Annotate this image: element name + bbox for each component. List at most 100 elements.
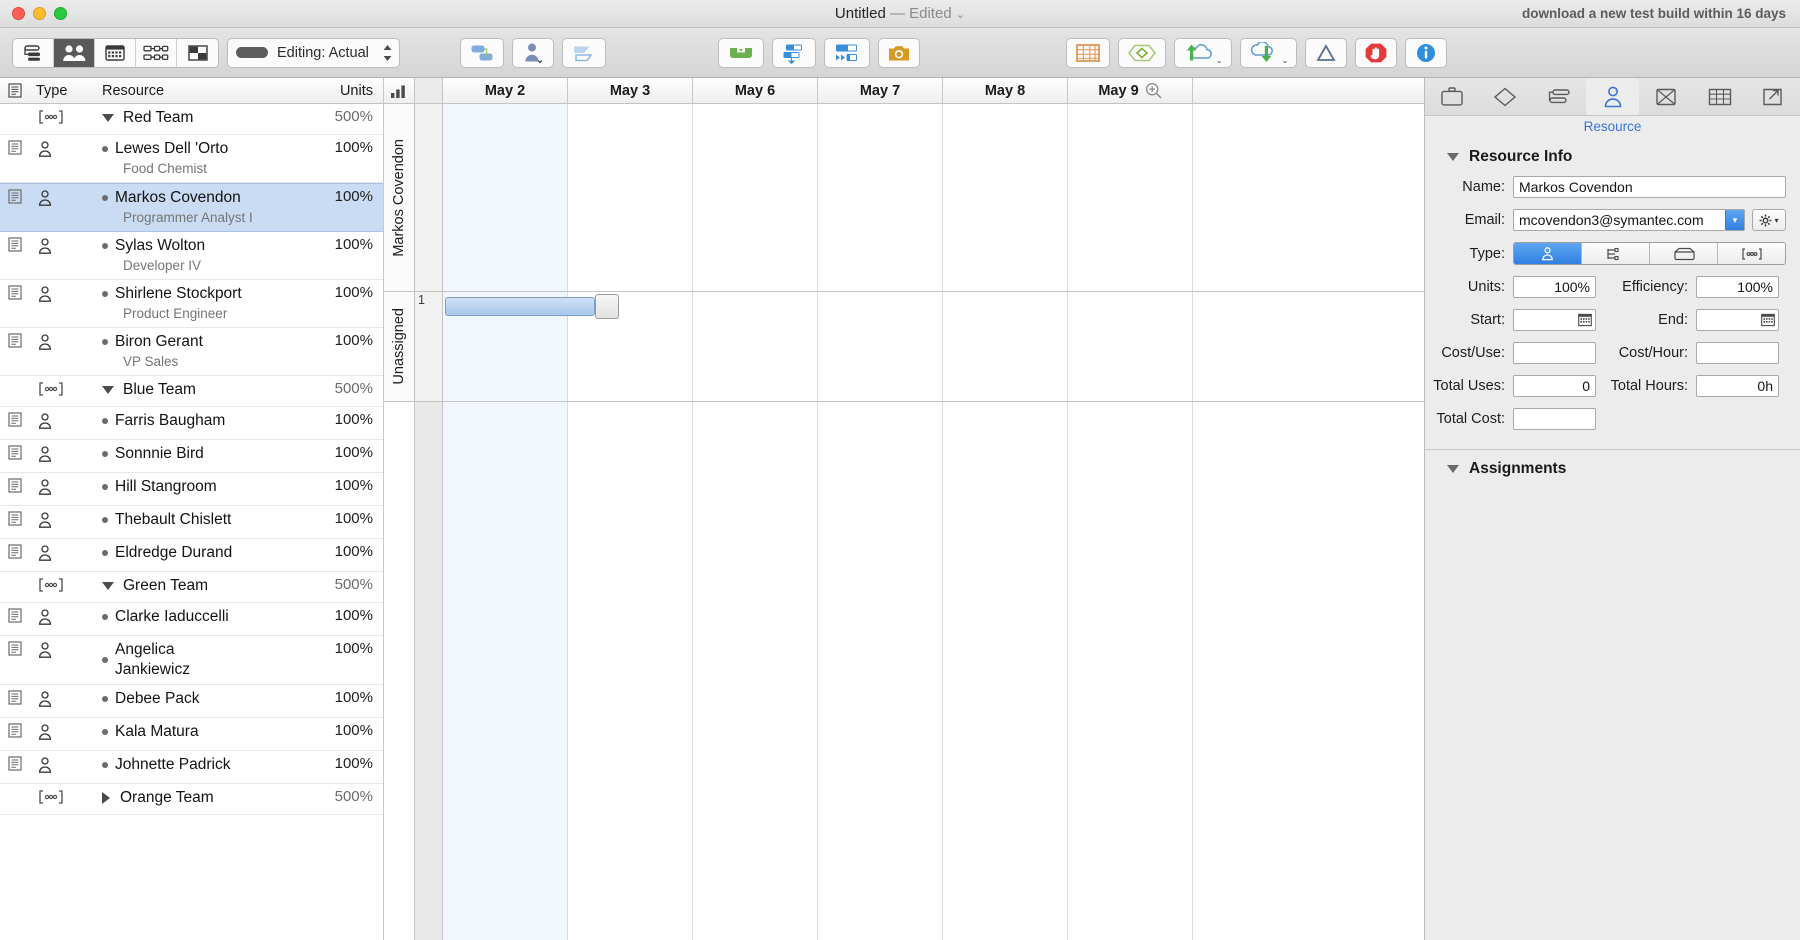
resource-cell[interactable]: Farris Baugham [90,411,309,431]
resource-cell[interactable]: Kala Matura [90,722,309,742]
row-notes-icon[interactable] [0,139,30,155]
disclosure-triangle-icon[interactable] [1447,153,1459,161]
start-field[interactable] [1513,309,1596,331]
row-notes-icon[interactable] [0,188,30,204]
table-row[interactable]: Markos Covendon Programmer Analyst I 100% [0,183,383,232]
row-notes-icon[interactable] [0,332,30,348]
gantt-row[interactable]: 1 [415,292,1424,401]
resource-cell[interactable]: Hill Stangroom [90,477,309,497]
cost-hour-field[interactable] [1696,342,1779,364]
inspector-tab-assignment[interactable] [1639,78,1693,115]
window-controls[interactable] [0,7,67,20]
type-column-header[interactable]: Type [30,83,90,99]
units-cell[interactable]: 500% [309,788,383,806]
total-cost-field[interactable] [1513,408,1596,430]
cost-use-field[interactable] [1513,342,1596,364]
table-row[interactable]: Shirlene Stockport Product Engineer 100% [0,280,383,328]
resource-cell[interactable]: Lewes Dell 'Orto Food Chemist [90,139,309,178]
email-value[interactable]: mcovendon3@symantec.com [1514,210,1725,230]
grid-area[interactable] [443,104,1424,291]
units-cell[interactable]: 100% [309,284,383,302]
resource-cell[interactable]: Shirlene Stockport Product Engineer [90,284,309,323]
table-row[interactable]: Biron Gerant VP Sales 100% [0,328,383,376]
diamond-button[interactable] [1117,37,1166,68]
chevron-down-icon[interactable]: ⌄ [956,9,965,21]
units-cell[interactable]: 100% [309,689,383,707]
units-cell[interactable]: 100% [309,607,383,625]
resource-cell[interactable]: Green Team [90,576,309,596]
inspector-tab-milestone[interactable] [1479,78,1533,115]
resource-cell[interactable]: Biron Gerant VP Sales [90,332,309,371]
units-column-header[interactable]: Units [309,83,383,99]
editing-mode-control[interactable]: Editing: Actual [227,37,400,68]
table-row[interactable]: Sonnnie Bird 100% [0,440,383,473]
row-notes-icon[interactable] [0,640,30,656]
level-resources-button[interactable] [717,37,764,68]
assign-resource-button[interactable] [511,37,554,68]
name-field[interactable]: Markos Covendon [1513,176,1786,198]
table-row[interactable]: Orange Team 500% [0,784,383,815]
disclosure-triangle-icon[interactable] [1447,465,1459,473]
units-cell[interactable]: 100% [309,640,383,658]
table-row[interactable]: Thebault Chislett 100% [0,506,383,539]
progress-button[interactable] [823,37,870,68]
inspector-tabs[interactable] [1425,78,1800,116]
units-cell[interactable]: 100% [309,510,383,528]
units-cell[interactable]: 100% [309,188,383,206]
notes-column-header[interactable] [0,83,30,98]
type-segmented-control[interactable] [1513,242,1786,265]
units-cell[interactable]: 100% [309,332,383,350]
collapse-triangle-icon[interactable] [102,582,114,590]
row-notes-icon[interactable] [0,444,30,460]
zoom-in-icon[interactable] [1145,82,1162,99]
table-row[interactable]: Farris Baugham 100% [0,407,383,440]
table-row[interactable]: Lewes Dell 'Orto Food Chemist 100% [0,135,383,183]
end-field[interactable] [1696,309,1779,331]
resource-cell[interactable]: Sonnnie Bird [90,444,309,464]
indent-button[interactable] [561,37,606,68]
units-cell[interactable]: 100% [309,722,383,740]
units-cell[interactable]: 500% [309,576,383,594]
inspector-tab-project[interactable] [1425,78,1479,115]
calendar-view-button[interactable] [95,38,136,67]
table-row[interactable]: Green Team 500% [0,572,383,603]
link-tasks-button[interactable] [459,37,504,68]
resource-cell[interactable]: Thebault Chislett [90,510,309,530]
table-row[interactable]: Sylas Wolton Developer IV 100% [0,232,383,280]
row-notes-icon[interactable] [0,607,30,623]
resource-cell[interactable]: Debee Pack [90,689,309,709]
email-field[interactable]: mcovendon3@symantec.com ▾ [1513,209,1745,231]
resource-cell[interactable]: Markos Covendon Programmer Analyst I [90,188,309,227]
download-button[interactable]: ⌄ [1239,37,1298,68]
row-notes-icon[interactable] [0,236,30,252]
chevron-down-icon[interactable]: ▾ [1774,216,1778,225]
resource-cell[interactable]: Sylas Wolton Developer IV [90,236,309,275]
row-notes-icon[interactable] [0,755,30,771]
row-notes-icon[interactable] [0,510,30,526]
grid-area[interactable] [443,292,1424,401]
resource-cell[interactable]: Orange Team [90,788,309,808]
warnings-button[interactable] [1305,37,1348,68]
efficiency-field[interactable]: 100% [1696,276,1779,298]
row-notes-icon[interactable] [0,689,30,705]
row-notes-icon[interactable] [0,284,30,300]
resource-view-button[interactable] [54,38,95,67]
table-row[interactable]: Kala Matura 100% [0,718,383,751]
editing-stepper[interactable] [382,44,393,62]
type-person-option[interactable] [1514,243,1582,264]
email-actions-button[interactable]: ▾ [1752,209,1786,231]
view-mode-segmented-control[interactable] [12,37,219,68]
upload-button[interactable]: ⌄ [1173,37,1232,68]
resource-cell[interactable]: Clarke Iaduccelli [90,607,309,627]
close-button[interactable] [12,7,25,20]
gantt-row[interactable] [415,104,1424,291]
table-row[interactable]: Eldredge Durand 100% [0,539,383,572]
stop-button[interactable] [1355,37,1398,68]
units-cell[interactable]: 500% [309,380,383,398]
resource-info-header[interactable]: Resource Info [1425,140,1800,176]
units-cell[interactable]: 100% [309,444,383,462]
units-cell[interactable]: 100% [309,236,383,254]
chevron-down-icon[interactable]: ⌄ [1282,56,1289,65]
units-field[interactable]: 100% [1513,276,1596,298]
units-cell[interactable]: 100% [309,139,383,157]
